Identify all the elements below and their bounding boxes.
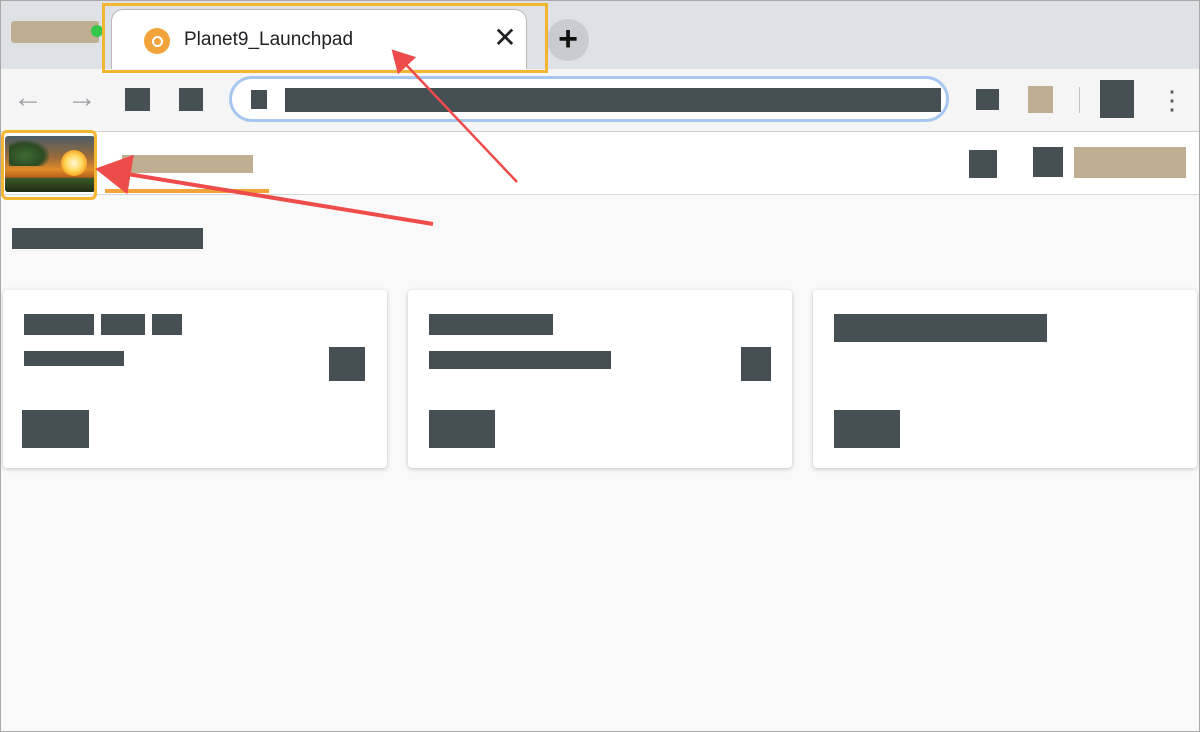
header-icon-button-2-redacted[interactable] (1033, 147, 1063, 177)
site-info-icon-redacted[interactable] (251, 90, 267, 109)
reload-button-redacted[interactable] (125, 88, 150, 111)
toolbar-divider (1079, 87, 1080, 113)
browser-window: Planet9_Launchpad ✕ + ← → ⋮ (0, 0, 1200, 732)
tile-title-word-redacted (24, 314, 94, 335)
tile-footer-value-redacted (429, 410, 495, 448)
header-icon-button-1-redacted[interactable] (969, 150, 997, 178)
tile-title-word-redacted (152, 314, 182, 335)
active-nav-underline (105, 189, 269, 193)
browser-toolbar: ← → ⋮ (1, 69, 1199, 132)
tile-title-word-redacted (101, 314, 145, 335)
user-name-redacted[interactable] (1074, 147, 1186, 178)
app-title-redacted (122, 155, 253, 173)
profile-avatar-redacted[interactable] (1100, 80, 1134, 118)
tile-title-redacted (429, 314, 553, 335)
tile-footer-value-redacted (22, 410, 89, 448)
tile-subtitle-redacted (24, 351, 124, 366)
new-tab-button[interactable]: + (547, 19, 589, 61)
tile-title-redacted (834, 314, 1047, 342)
window-controls-redacted[interactable] (11, 21, 103, 43)
back-arrow-icon[interactable]: ← (13, 81, 43, 115)
tile-icon-redacted (329, 347, 365, 381)
tile-card-2[interactable] (408, 290, 792, 468)
logo-highlight-box (1, 130, 97, 200)
browser-menu-icon[interactable]: ⋮ (1159, 83, 1185, 117)
tile-card-1[interactable] (3, 290, 387, 468)
app-header (1, 132, 1199, 195)
extension-icon-redacted[interactable] (1028, 86, 1053, 113)
tile-footer-value-redacted (834, 410, 900, 448)
tile-card-3[interactable] (813, 290, 1197, 468)
url-text-redacted (285, 88, 941, 112)
forward-arrow-icon[interactable]: → (67, 81, 97, 115)
tile-icon-redacted (741, 347, 771, 381)
bookmark-star-redacted[interactable] (976, 89, 999, 110)
tile-subtitle-redacted (429, 351, 611, 369)
address-bar[interactable] (229, 76, 949, 122)
tab-highlight-box (102, 3, 548, 73)
page-heading-redacted (12, 228, 203, 249)
home-button-redacted[interactable] (179, 88, 203, 111)
